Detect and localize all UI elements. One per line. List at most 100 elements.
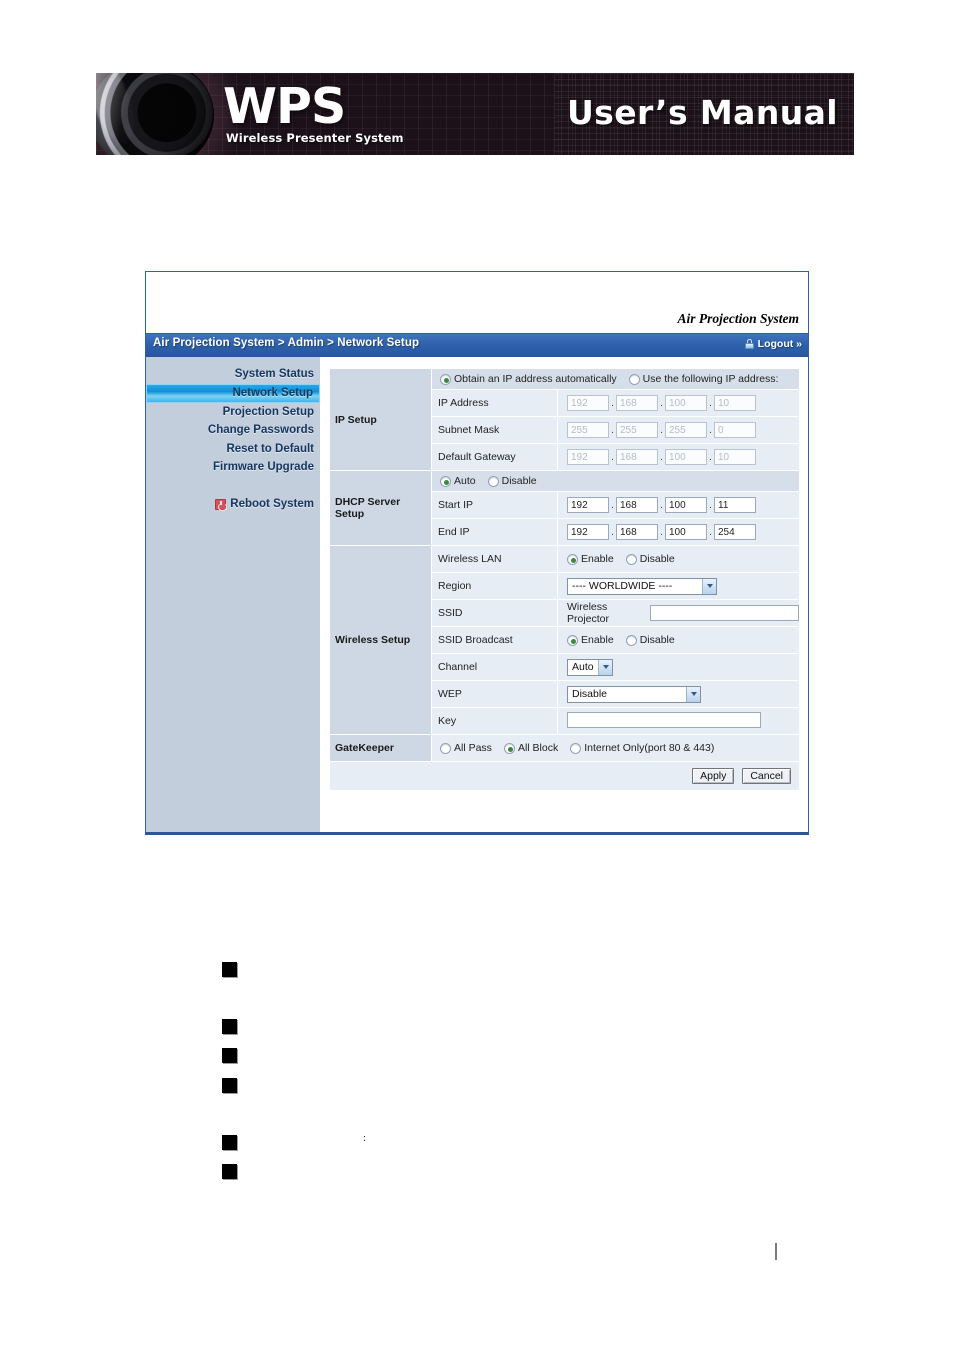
label-ssid: SSID xyxy=(431,599,558,627)
region-select[interactable]: ---- WORLDWIDE ---- xyxy=(567,577,717,595)
start-ip-octet-4[interactable]: 11 xyxy=(714,497,756,513)
label-dhcp-disable: Disable xyxy=(501,475,537,487)
ip-address-octet-4[interactable]: 10 xyxy=(714,395,756,411)
ip-setup-mode-row: IP Setup Obtain an IP address automatica… xyxy=(329,368,800,471)
ssid-input[interactable] xyxy=(649,605,799,621)
page-number-mark xyxy=(775,1243,777,1260)
radio-dhcp-disable[interactable] xyxy=(487,475,499,487)
subnet-mask-octet-2[interactable]: 255 xyxy=(616,422,658,438)
manual-title: User’s Manual xyxy=(566,93,838,132)
wep-select-value: Disable xyxy=(572,688,608,700)
field-wep: Disable xyxy=(557,680,800,708)
field-channel: Auto xyxy=(557,653,800,681)
channel-select-value: Auto xyxy=(572,661,594,673)
camera-lens-icon xyxy=(96,73,214,155)
settings-table: IP Setup Obtain an IP address automatica… xyxy=(329,368,800,791)
subnet-mask-octet-4[interactable]: 0 xyxy=(714,422,756,438)
ip-address-octet-1[interactable]: 192 xyxy=(567,395,609,411)
list-item-bullet xyxy=(222,1164,237,1179)
chevron-down-icon xyxy=(702,578,716,594)
field-end-ip: 192. 168. 100. 254 xyxy=(557,518,800,546)
label-channel: Channel xyxy=(431,653,558,681)
channel-select[interactable]: Auto xyxy=(567,658,613,676)
field-subnet-mask: 255. 255. 255. 0 xyxy=(557,416,800,444)
lens-highlight xyxy=(96,73,143,149)
label-wep: WEP xyxy=(431,680,558,708)
logout-button[interactable]: Logout » xyxy=(744,338,802,350)
ip-address-octet-2[interactable]: 168 xyxy=(616,395,658,411)
label-key: Key xyxy=(431,707,558,735)
lock-icon xyxy=(744,339,754,349)
reboot-system-label: Reboot System xyxy=(230,498,314,510)
default-gateway-octet-4[interactable]: 10 xyxy=(714,449,756,465)
sidebar-item-projection-setup[interactable]: Projection Setup xyxy=(146,403,320,422)
start-ip-octet-1[interactable]: 192 xyxy=(567,497,609,513)
label-gatekeeper-internet-only: Internet Only(port 80 & 443) xyxy=(584,742,715,754)
default-gateway-octet-2[interactable]: 168 xyxy=(616,449,658,465)
field-key xyxy=(557,707,800,735)
dhcp-mode-options: Auto Disable xyxy=(431,470,800,492)
label-ssid-broadcast-enable: Enable xyxy=(581,634,614,646)
radio-ssid-broadcast-enable[interactable] xyxy=(567,634,578,646)
key-input[interactable] xyxy=(567,711,761,728)
label-default-gateway: Default Gateway xyxy=(431,443,558,471)
radio-wireless-lan-enable[interactable] xyxy=(567,553,578,565)
wps-logo-subtitle: Wireless Presenter System xyxy=(226,131,404,145)
wep-select[interactable]: Disable xyxy=(567,685,701,703)
label-start-ip: Start IP xyxy=(431,491,558,519)
ip-address-octet-3[interactable]: 100 xyxy=(665,395,707,411)
subnet-mask-octet-3[interactable]: 255 xyxy=(665,422,707,438)
section-label-ip-setup: IP Setup xyxy=(329,368,432,471)
default-gateway-octet-1[interactable]: 192 xyxy=(567,449,609,465)
end-ip-octet-2[interactable]: 168 xyxy=(616,524,658,540)
cancel-button[interactable]: Cancel xyxy=(742,768,791,784)
label-ip-address: IP Address xyxy=(431,389,558,417)
wps-logo-title: WPS xyxy=(223,78,346,135)
radio-gatekeeper-all-block[interactable] xyxy=(503,742,515,754)
radio-dhcp-auto[interactable] xyxy=(440,475,451,487)
sidebar-item-network-setup[interactable]: Network Setup xyxy=(146,383,320,403)
label-obtain-ip-automatically: Obtain an IP address automatically xyxy=(454,373,617,385)
start-ip-octet-3[interactable]: 100 xyxy=(665,497,707,513)
label-use-following-ip: Use the following IP address: xyxy=(642,373,779,385)
sidebar-item-change-passwords[interactable]: Change Passwords xyxy=(146,421,320,440)
section-label-gatekeeper: GateKeeper xyxy=(329,734,432,762)
web-admin-screenshot: Air Projection System Air Projection Sys… xyxy=(145,271,809,835)
field-start-ip: 192. 168. 100. 11 xyxy=(557,491,800,519)
field-region: ---- WORLDWIDE ---- xyxy=(557,572,800,600)
dhcp-mode-row: DHCP Server Setup Auto Disable xyxy=(329,470,800,546)
sidebar-item-reset-to-default[interactable]: Reset to Default xyxy=(146,440,320,459)
apply-button[interactable]: Apply xyxy=(692,768,735,784)
end-ip-octet-1[interactable]: 192 xyxy=(567,524,609,540)
breadcrumb-bar: Air Projection System > Admin > Network … xyxy=(146,334,808,357)
subnet-mask-octet-1[interactable]: 255 xyxy=(567,422,609,438)
label-wireless-lan-disable: Disable xyxy=(639,553,675,565)
radio-ssid-broadcast-disable[interactable] xyxy=(625,634,637,646)
start-ip-octet-2[interactable]: 168 xyxy=(616,497,658,513)
end-ip-octet-4[interactable]: 254 xyxy=(714,524,756,540)
label-wireless-lan-enable: Enable xyxy=(581,553,614,565)
label-dhcp-auto: Auto xyxy=(454,475,476,487)
sidebar-item-system-status[interactable]: System Status xyxy=(146,365,320,384)
chevron-down-icon xyxy=(686,686,700,702)
sidebar-item-firmware-upgrade[interactable]: Firmware Upgrade xyxy=(146,458,320,477)
sidebar-nav: System Status Network Setup Projection S… xyxy=(146,357,321,832)
section-label-wireless-setup: Wireless Setup xyxy=(329,545,432,735)
ssid-prefix-text: Wireless Projector xyxy=(567,601,610,625)
sidebar-item-reboot-system[interactable]: Reboot System xyxy=(146,495,320,514)
section-label-dhcp-server-setup: DHCP Server Setup xyxy=(329,470,432,546)
field-ssid-broadcast: Enable Disable xyxy=(557,626,800,654)
radio-gatekeeper-all-pass[interactable] xyxy=(440,742,451,754)
radio-wireless-lan-disable[interactable] xyxy=(625,553,637,565)
list-item-bullet xyxy=(222,1078,237,1093)
label-ssid-broadcast-disable: Disable xyxy=(639,634,675,646)
radio-obtain-ip-automatically[interactable] xyxy=(440,373,451,385)
logout-label: Logout » xyxy=(757,338,802,350)
end-ip-octet-3[interactable]: 100 xyxy=(665,524,707,540)
radio-use-following-ip[interactable] xyxy=(628,373,640,385)
note-colon-mark: : xyxy=(363,1132,367,1144)
panel-header: Air Projection System xyxy=(146,272,808,334)
radio-gatekeeper-internet-only[interactable] xyxy=(570,742,582,754)
network-setup-form: IP Setup Obtain an IP address automatica… xyxy=(321,357,808,832)
default-gateway-octet-3[interactable]: 100 xyxy=(665,449,707,465)
